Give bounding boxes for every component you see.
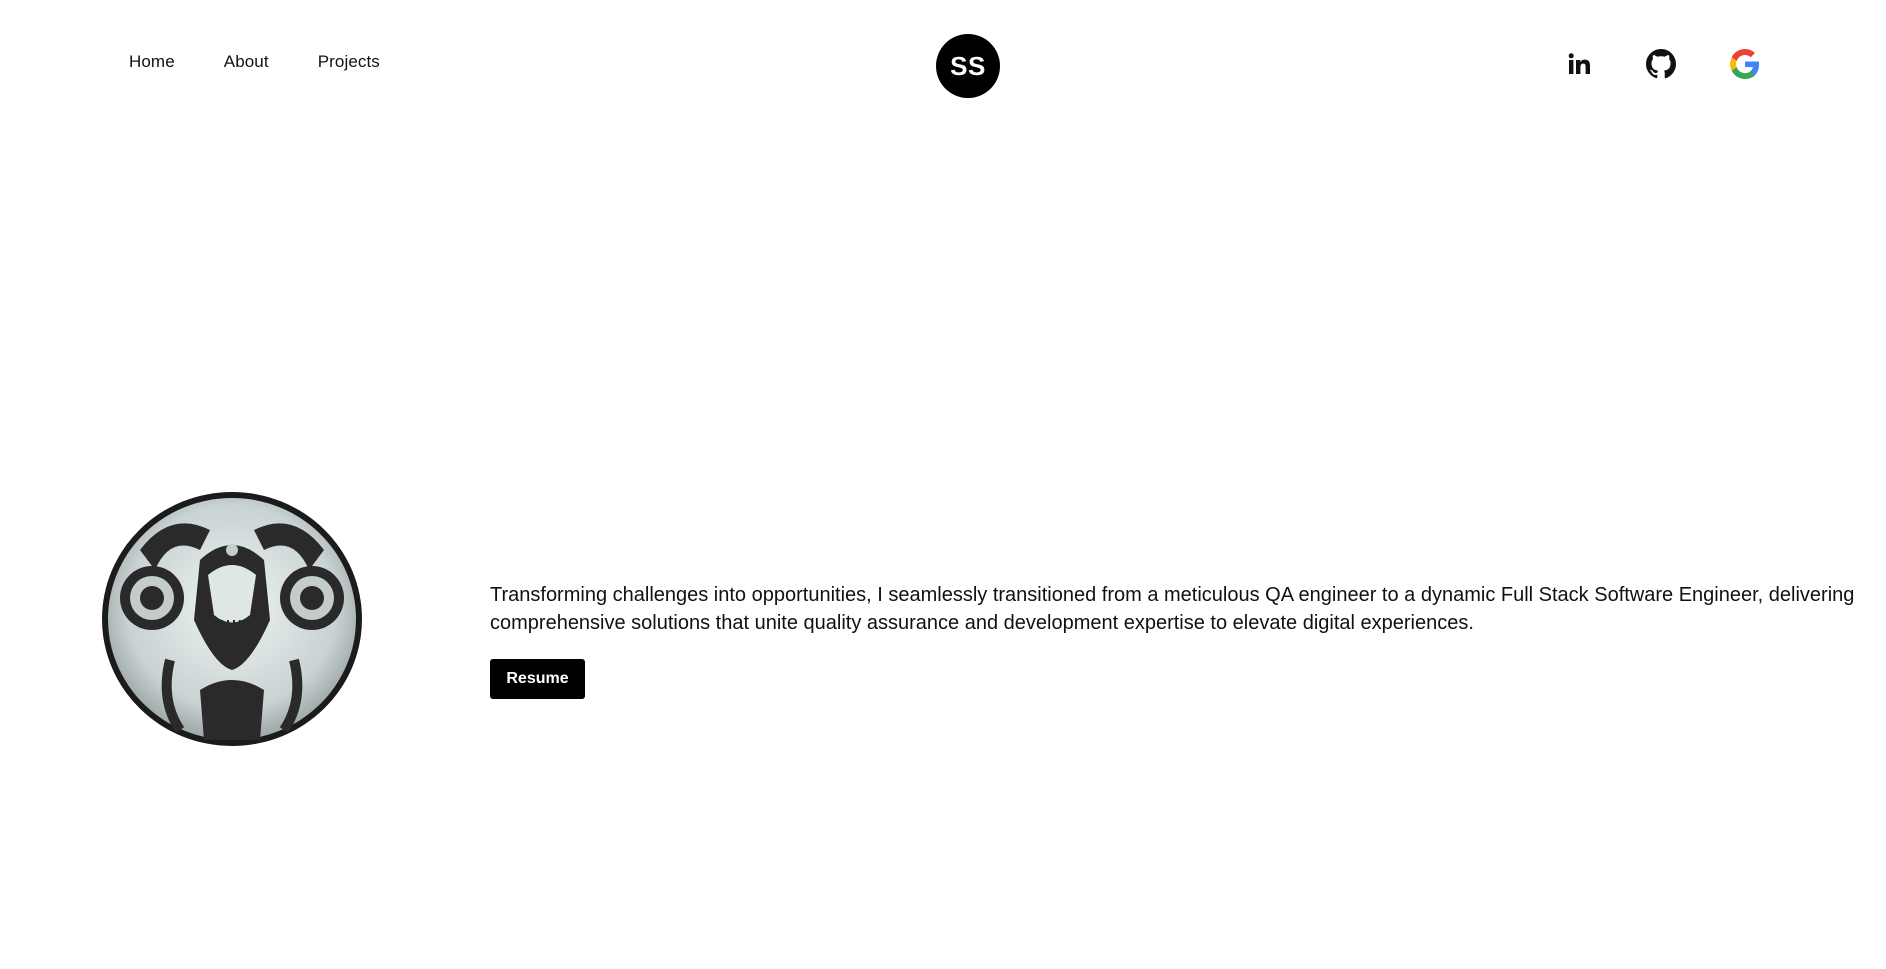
linkedin-link[interactable] xyxy=(1563,48,1595,80)
social-links xyxy=(0,48,1886,80)
ram-emblem-image xyxy=(102,492,362,746)
google-icon xyxy=(1730,49,1760,79)
google-link[interactable] xyxy=(1729,48,1761,80)
github-link[interactable] xyxy=(1645,48,1677,80)
linkedin-icon xyxy=(1568,53,1590,74)
resume-button[interactable]: Resume xyxy=(490,659,585,699)
hero-description: Transforming challenges into opportuniti… xyxy=(490,584,1855,634)
github-icon xyxy=(1646,49,1676,79)
